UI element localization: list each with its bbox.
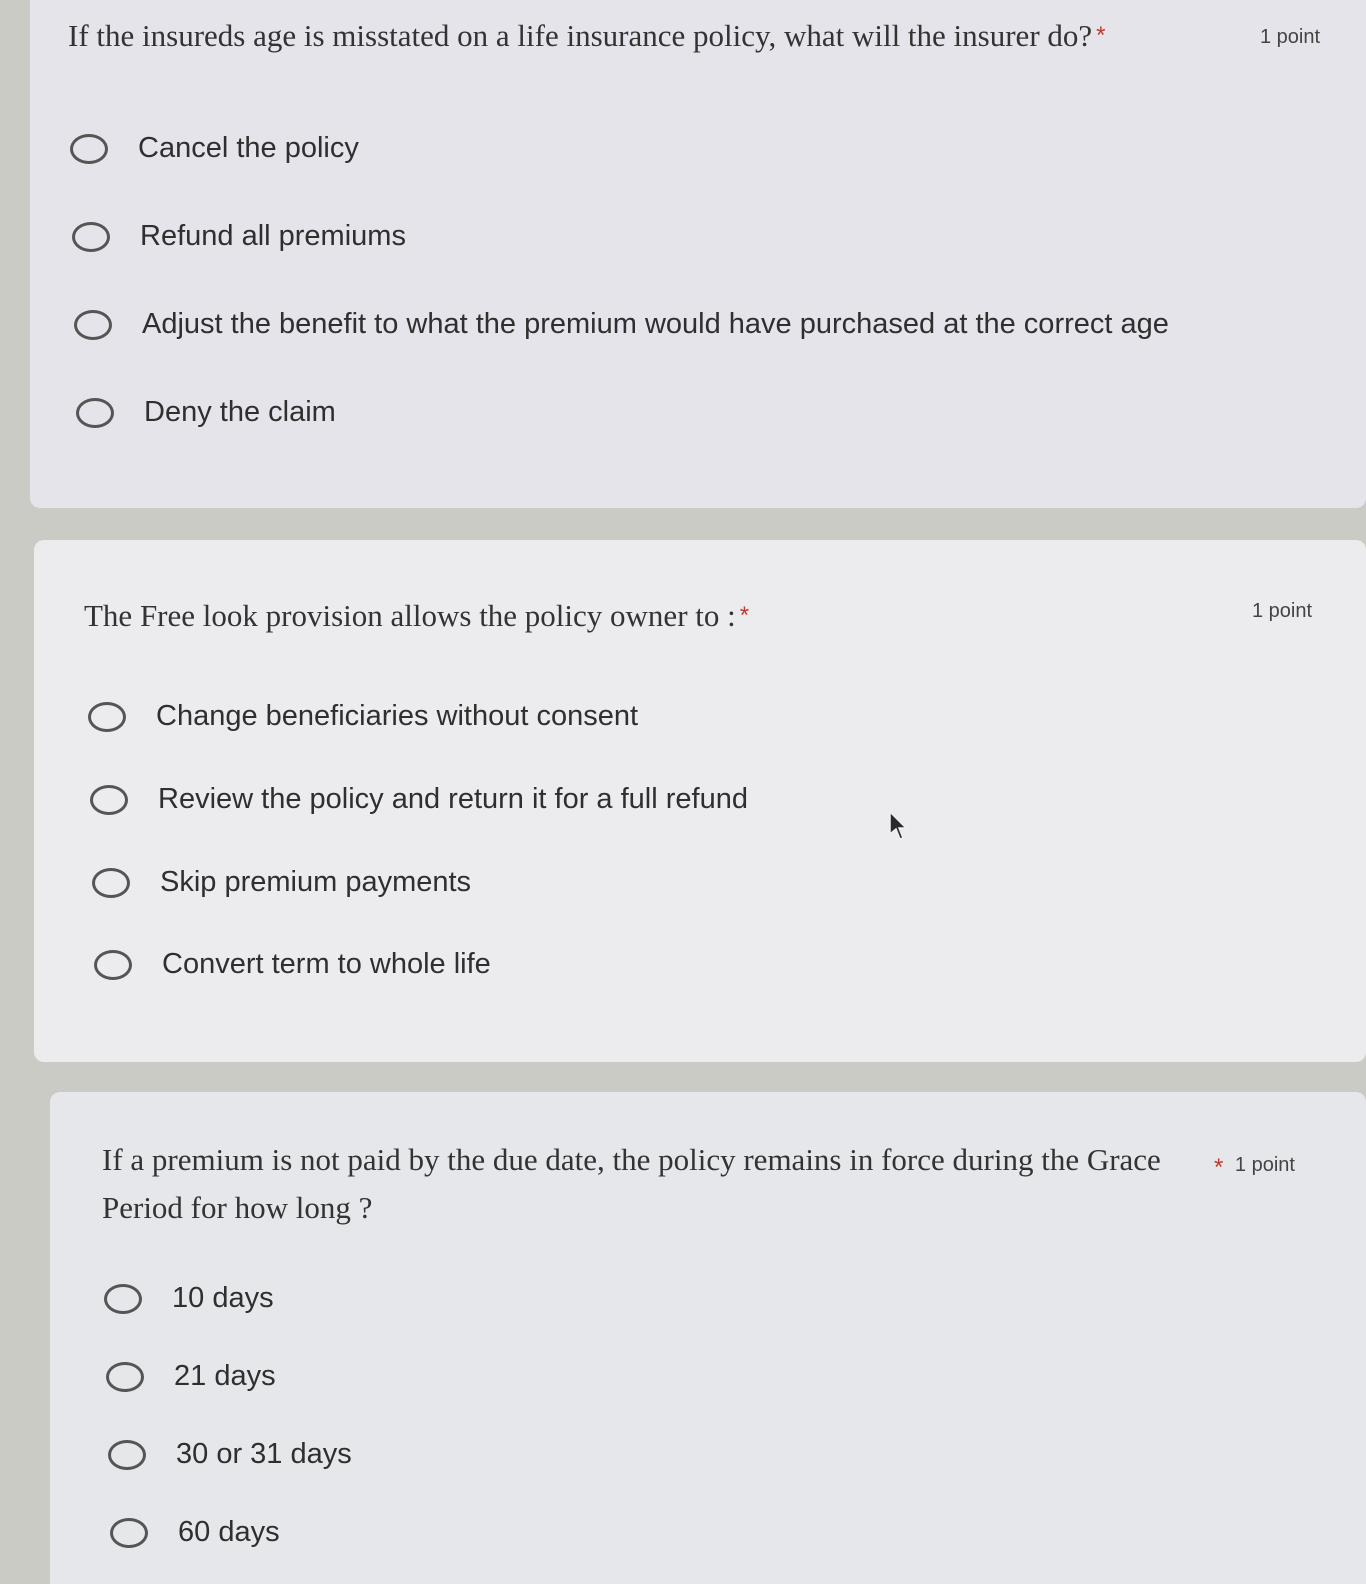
option-label: 10 days — [172, 1282, 274, 1314]
option-30-31-days[interactable]: 30 or 31 days — [108, 1438, 352, 1471]
option-change-beneficiaries[interactable]: Change beneficiaries without consent — [88, 700, 638, 733]
question-text: If the insureds age is misstated on a li… — [68, 18, 1093, 53]
question-title: If a premium is not paid by the due date… — [102, 1136, 1162, 1232]
option-21-days[interactable]: 21 days — [106, 1360, 276, 1393]
radio-button[interactable] — [72, 221, 110, 252]
option-skip-payments[interactable]: Skip premium payments — [92, 866, 471, 899]
question-card-1: If the insureds age is misstated on a li… — [30, 0, 1366, 508]
points-text: 1 point — [1234, 1154, 1295, 1176]
option-label: Cancel the policy — [138, 132, 359, 164]
option-label: Convert term to whole life — [162, 948, 491, 980]
radio-button[interactable] — [70, 133, 108, 164]
question-title: The Free look provision allows the polic… — [84, 592, 749, 640]
option-deny-claim[interactable]: Deny the claim — [76, 396, 336, 429]
question-text: The Free look provision allows the polic… — [84, 598, 736, 633]
radio-button[interactable] — [110, 1517, 148, 1548]
radio-button[interactable] — [90, 784, 128, 815]
option-label: Change beneficiaries without consent — [156, 700, 639, 732]
required-asterisk: * — [739, 602, 750, 629]
option-label: 30 or 31 days — [176, 1438, 352, 1470]
option-cancel-policy[interactable]: Cancel the policy — [70, 132, 359, 165]
question-text-line-2: Period for how long ? — [102, 1190, 373, 1225]
mouse-pointer-icon — [889, 810, 908, 840]
points-label: 1 point — [1260, 26, 1321, 48]
required-asterisk: * — [1214, 1154, 1224, 1181]
option-label: 60 days — [178, 1516, 280, 1548]
question-title: If the insureds age is misstated on a li… — [68, 12, 1106, 60]
option-label: Adjust the benefit to what the premium w… — [142, 308, 1169, 340]
points-label: * 1 point — [1210, 1154, 1295, 1182]
radio-button[interactable] — [104, 1283, 142, 1314]
option-label: Deny the claim — [144, 396, 336, 428]
radio-button[interactable] — [106, 1361, 144, 1392]
option-60-days[interactable]: 60 days — [110, 1516, 280, 1549]
option-label: Review the policy and return it for a fu… — [158, 783, 748, 815]
question-card-3: If a premium is not paid by the due date… — [50, 1092, 1366, 1584]
option-convert-term[interactable]: Convert term to whole life — [94, 948, 491, 981]
option-adjust-benefit[interactable]: Adjust the benefit to what the premium w… — [74, 308, 1169, 341]
option-10-days[interactable]: 10 days — [104, 1282, 274, 1315]
option-review-return[interactable]: Review the policy and return it for a fu… — [90, 783, 748, 816]
radio-button[interactable] — [108, 1439, 146, 1470]
option-refund-premiums[interactable]: Refund all premiums — [72, 220, 406, 253]
required-asterisk: * — [1096, 22, 1106, 49]
radio-button[interactable] — [88, 701, 126, 732]
option-label: Refund all premiums — [140, 220, 406, 252]
radio-button[interactable] — [74, 309, 112, 340]
option-label: 21 days — [174, 1360, 276, 1392]
radio-button[interactable] — [94, 949, 132, 980]
option-label: Skip premium payments — [160, 866, 472, 898]
radio-button[interactable] — [92, 867, 130, 898]
radio-button[interactable] — [76, 397, 114, 428]
question-text-line-1: If a premium is not paid by the due date… — [102, 1142, 1161, 1177]
question-card-2: The Free look provision allows the polic… — [34, 540, 1366, 1062]
points-label: 1 point — [1252, 600, 1313, 622]
